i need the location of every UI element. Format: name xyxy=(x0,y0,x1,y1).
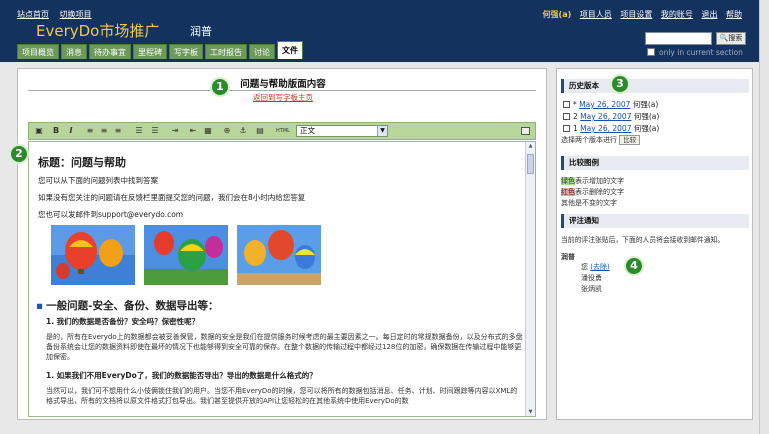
version-row: 1 May 26, 2007 何强(a) xyxy=(563,123,659,134)
project-tabs: 项目概览 消息 待办事宜 里程碑 写字板 工时报告 讨论 文件 xyxy=(17,41,305,59)
project-members-link[interactable]: 项目人员 xyxy=(580,10,612,19)
site-home-link[interactable]: 站点首页 xyxy=(17,10,49,19)
html-source-button[interactable]: HTML xyxy=(275,126,291,136)
search-input[interactable] xyxy=(645,32,712,45)
italic-icon[interactable]: I xyxy=(66,126,76,136)
legend-removed: 红色表示删除的文字 xyxy=(561,188,624,196)
callout-badge: 3 xyxy=(610,74,630,94)
app-header: 站点首页 切换项目 EveryDo市场推广 润普 何强(a) 项目人员 项目设置… xyxy=(0,0,769,62)
compare-row: 选择两个版本进行 比较 xyxy=(561,135,641,145)
notify-text: 当前的评注张贴后，下面的人员将会接收到邮件通知。 xyxy=(561,236,725,244)
top-links: 站点首页 切换项目 xyxy=(17,9,100,20)
legend-title: 比较图例 xyxy=(561,156,749,170)
unordered-list-icon[interactable]: ☰ xyxy=(150,126,160,136)
version-link[interactable]: May 26, 2007 xyxy=(580,124,631,133)
project-settings-link[interactable]: 项目设置 xyxy=(620,10,652,19)
main-panel: 问题与帮助版面内容 返回到写字板主页 ▣ B I ≡ ≡ ≡ ☰ ☰ ⇥ ⇤ ▦… xyxy=(17,68,547,420)
tab-overview[interactable]: 项目概览 xyxy=(17,44,59,59)
notify-person: 潘役勇 xyxy=(581,274,602,282)
faq-answer: 是的，所有在Everydo上的数据都会被妥善保管，数据的安全是我们在提供服务时候… xyxy=(46,333,523,361)
align-right-icon[interactable]: ≡ xyxy=(113,126,123,136)
version-checkbox[interactable] xyxy=(563,101,570,108)
tab-files[interactable]: 文件 xyxy=(277,41,303,59)
search-button[interactable]: 🔍搜索 xyxy=(716,32,746,45)
version-checkbox[interactable] xyxy=(563,113,570,120)
notify-title: 评注通知 xyxy=(561,214,749,228)
history-title: 历史版本 xyxy=(561,79,749,93)
faq-question: 1. 如果我们不用EveryDo了，我们的数据能否导出？导出的数据是什么格式的？ xyxy=(46,371,317,380)
callout-badge: 2 xyxy=(9,144,29,164)
balloon-photo xyxy=(237,225,321,285)
scroll-thumb[interactable] xyxy=(527,154,534,174)
editor-scrollbar[interactable]: ▲ ▼ xyxy=(525,142,535,416)
save-icon[interactable]: ▣ xyxy=(34,126,44,136)
version-checkbox[interactable] xyxy=(563,125,570,132)
ordered-list-icon[interactable]: ☰ xyxy=(134,126,144,136)
link-icon[interactable]: ⊕ xyxy=(222,126,232,136)
align-center-icon[interactable]: ≡ xyxy=(99,126,109,136)
compare-button[interactable]: 比较 xyxy=(619,135,641,145)
switch-project-link[interactable]: 切换项目 xyxy=(60,10,92,19)
page-scrollbar[interactable] xyxy=(759,0,769,434)
table-icon[interactable]: ▦ xyxy=(203,126,213,136)
legend-added: 绿色表示增加的文字 xyxy=(561,177,624,185)
version-row: * May 26, 2007 何强(a) xyxy=(563,99,658,110)
tab-time-report[interactable]: 工时报告 xyxy=(205,44,247,59)
tab-milestones[interactable]: 里程碑 xyxy=(133,44,167,59)
editor-paragraph: 您也可以发邮件到support@everydo.com xyxy=(38,210,184,219)
chevron-down-icon: ▼ xyxy=(377,126,387,136)
only-current-option[interactable]: only in current section xyxy=(647,48,743,57)
resize-editor-icon[interactable] xyxy=(521,127,530,135)
tab-messages[interactable]: 消息 xyxy=(61,44,87,59)
legend-unchanged: 其他是不变的文字 xyxy=(561,199,617,207)
bold-icon[interactable]: B xyxy=(51,126,61,136)
app-title: EveryDo市场推广 xyxy=(36,22,160,40)
callout-badge: 4 xyxy=(624,256,644,276)
tab-discussion[interactable]: 讨论 xyxy=(249,44,275,59)
editor-paragraph: 您可以从下面的问题列表中找到答案 xyxy=(38,176,158,185)
tab-todos[interactable]: 待办事宜 xyxy=(89,44,131,59)
current-user: 何强(a) xyxy=(542,10,572,19)
scroll-up-icon[interactable]: ▲ xyxy=(527,143,534,151)
version-link[interactable]: May 26, 2007 xyxy=(579,100,630,109)
indent-icon[interactable]: ⇥ xyxy=(170,126,180,136)
document-title: 问题与帮助版面内容 xyxy=(240,79,326,90)
paragraph-style-select[interactable]: 正文 ▼ xyxy=(296,125,388,137)
outdent-icon[interactable]: ⇤ xyxy=(188,126,198,136)
app-subtitle: 润普 xyxy=(190,25,212,38)
rich-text-editor[interactable]: 标题：问题与帮助 您可以从下面的问题列表中找到答案 如果没有您关注的问题请在反馈… xyxy=(28,141,536,417)
faq-question: 1. 我们的数据是否备份？安全吗？保密性呢？ xyxy=(46,317,200,326)
notify-group: 润普 xyxy=(561,253,575,261)
remove-self-link[interactable]: (去除) xyxy=(590,263,609,271)
align-left-icon[interactable]: ≡ xyxy=(85,126,95,136)
balloon-photo xyxy=(51,225,135,285)
faq-answer: 当然可以，我们可不想用什么小伎俩锁住我们的用户。当您不用EveryDo的时候，您… xyxy=(46,387,518,405)
image-icon[interactable]: ▤ xyxy=(255,126,265,136)
only-current-checkbox[interactable] xyxy=(647,48,655,56)
version-row: 2 May 26, 2007 何强(a) xyxy=(563,111,659,122)
version-link[interactable]: May 26, 2007 xyxy=(580,112,631,121)
help-link[interactable]: 帮助 xyxy=(726,10,742,19)
title-divider xyxy=(28,90,536,91)
scroll-down-icon[interactable]: ▼ xyxy=(527,409,534,416)
notify-person: 您 (去除) xyxy=(581,263,610,271)
bullet-icon: ▪ xyxy=(36,300,44,312)
editor-heading: 标题：问题与帮助 xyxy=(38,156,126,169)
my-account-link[interactable]: 我的账号 xyxy=(661,10,693,19)
section-heading: ▪ 一般问题-安全、备份、数据导出等： xyxy=(36,300,219,312)
back-to-writeboard-link[interactable]: 返回到写字板主页 xyxy=(18,92,546,103)
editor-toolbar: ▣ B I ≡ ≡ ≡ ☰ ☰ ⇥ ⇤ ▦ ⊕ ⚓ ▤ HTML 正文 ▼ xyxy=(28,122,536,140)
balloon-photo xyxy=(144,225,228,285)
editor-paragraph: 如果没有您关注的问题请在反馈栏里面提交您的问题，我们会在8小时内给您答复 xyxy=(38,193,306,202)
anchor-icon[interactable]: ⚓ xyxy=(238,126,248,136)
side-panel: 历史版本 * May 26, 2007 何强(a) 2 May 26, 2007… xyxy=(556,68,753,420)
logout-link[interactable]: 退出 xyxy=(701,10,717,19)
tab-writeboard[interactable]: 写字板 xyxy=(169,44,203,59)
user-links: 何强(a) 项目人员 项目设置 我的账号 退出 帮助 xyxy=(537,9,742,20)
notify-person: 张炳凯 xyxy=(581,285,602,293)
callout-badge: 1 xyxy=(210,77,230,97)
